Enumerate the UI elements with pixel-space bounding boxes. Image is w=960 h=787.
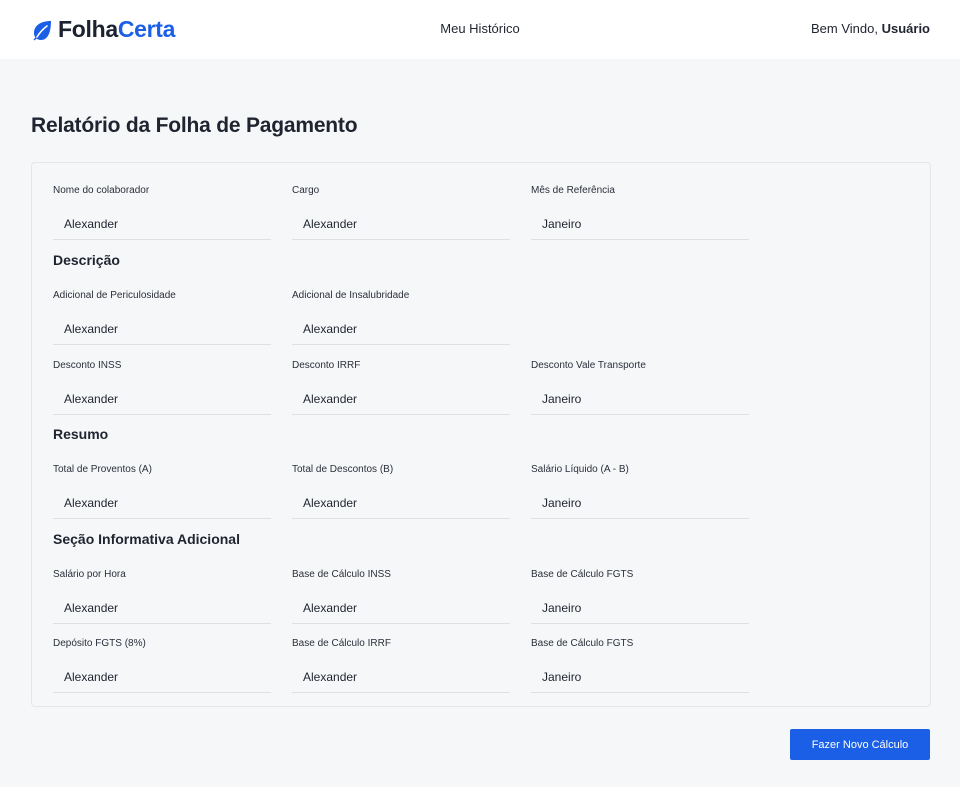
field-irrf-base: Base de Cálculo IRRF [292,637,510,693]
section-title-descricao: Descrição [53,252,120,268]
greeting-username[interactable]: Usuário [882,21,930,36]
hourly-salary-input[interactable] [53,592,271,624]
field-label: Base de Cálculo INSS [292,569,391,580]
field-fgts-deposit: Depósito FGTS (8%) [53,637,271,693]
field-label: Salário por Hora [53,569,126,580]
transport-discount-input[interactable] [531,383,749,415]
nav-link-history[interactable]: Meu Histórico [440,21,519,36]
page-title: Relatório da Folha de Pagamento [31,114,358,137]
field-fgts-base: Base de Cálculo FGTS [531,568,749,624]
field-label: Adicional de Periculosidade [53,290,176,301]
field-label: Adicional de Insalubridade [292,290,410,301]
field-total-deductions: Total de Descontos (B) [292,463,510,519]
inss-discount-input[interactable] [53,383,271,415]
field-employee-name: Nome do colaborador [53,184,271,240]
field-hourly-salary: Salário por Hora [53,568,271,624]
field-inss-discount: Desconto INSS [53,359,271,415]
field-job-title: Cargo [292,184,510,240]
field-label: Nome do colaborador [53,185,150,196]
field-unhealthy-pay: Adicional de Insalubridade [292,289,510,345]
payroll-report-card: Nome do colaborador Cargo Mês de Referên… [31,162,931,707]
field-reference-month: Mês de Referência [531,184,749,240]
field-inss-base: Base de Cálculo INSS [292,568,510,624]
inss-base-input[interactable] [292,592,510,624]
fgts-deposit-input[interactable] [53,661,271,693]
field-label: Desconto Vale Transporte [531,360,646,371]
field-label: Base de Cálculo FGTS [531,638,634,649]
field-label: Desconto IRRF [292,360,361,371]
field-total-earnings: Total de Proventos (A) [53,463,271,519]
total-earnings-input[interactable] [53,487,271,519]
unhealthy-pay-input[interactable] [292,313,510,345]
new-calculation-button[interactable]: Fazer Novo Cálculo [790,729,930,760]
field-irrf-discount: Desconto IRRF [292,359,510,415]
hazard-pay-input[interactable] [53,313,271,345]
section-title-resumo: Resumo [53,426,109,442]
total-deductions-input[interactable] [292,487,510,519]
field-label: Depósito FGTS (8%) [53,638,146,649]
field-label: Base de Cálculo IRRF [292,638,391,649]
field-fgts-base-2: Base de Cálculo FGTS [531,637,749,693]
reference-month-input[interactable] [531,208,749,240]
user-greeting: Bem Vindo, Usuário [811,21,930,36]
irrf-base-input[interactable] [292,661,510,693]
field-label: Desconto INSS [53,360,122,371]
field-label: Total de Descontos (B) [292,464,394,475]
irrf-discount-input[interactable] [292,383,510,415]
field-label: Salário Líquido (A - B) [531,464,629,475]
field-net-salary: Salário Líquido (A - B) [531,463,749,519]
field-hazard-pay: Adicional de Periculosidade [53,289,271,345]
net-salary-input[interactable] [531,487,749,519]
employee-name-input[interactable] [53,208,271,240]
top-navbar: FolhaCerta Meu Histórico Bem Vindo, Usuá… [0,0,960,59]
field-label: Mês de Referência [531,185,615,196]
fgts-base-input[interactable] [531,592,749,624]
job-title-input[interactable] [292,208,510,240]
fgts-base-2-input[interactable] [531,661,749,693]
greeting-prefix: Bem Vindo, [811,21,882,36]
section-title-additional-info: Seção Informativa Adicional [53,531,240,547]
field-label: Total de Proventos (A) [53,464,152,475]
field-transport-discount: Desconto Vale Transporte [531,359,749,415]
field-label: Cargo [292,185,320,196]
field-label: Base de Cálculo FGTS [531,569,634,580]
